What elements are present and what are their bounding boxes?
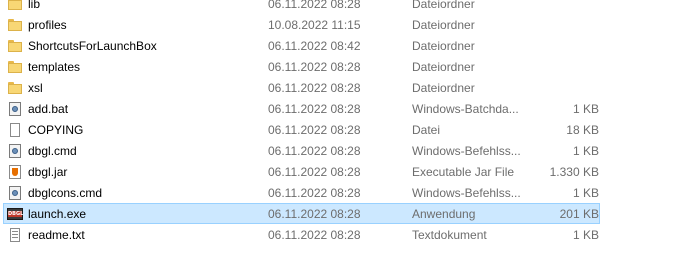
file-date: 06.11.2022 08:42 bbox=[268, 39, 361, 53]
file-name: dbgl.cmd bbox=[28, 144, 77, 158]
file-name: profiles bbox=[28, 18, 67, 32]
file-date: 06.11.2022 08:28 bbox=[268, 81, 361, 95]
file-type: Windows-Befehlss... bbox=[412, 186, 521, 200]
file-date: 06.11.2022 08:28 bbox=[268, 165, 361, 179]
file-type: Dateiordner bbox=[412, 0, 475, 11]
file-type: Dateiordner bbox=[412, 60, 475, 74]
file-type: Dateiordner bbox=[412, 18, 475, 32]
file-row-templates[interactable]: templates 06.11.2022 08:28 Dateiordner bbox=[3, 56, 600, 77]
file-type: Windows-Befehlss... bbox=[412, 144, 521, 158]
file-date: 10.08.2022 11:15 bbox=[268, 18, 361, 32]
file-type: Dateiordner bbox=[412, 39, 475, 53]
file-row-add-bat[interactable]: add.bat 06.11.2022 08:28 Windows-Batchda… bbox=[3, 98, 600, 119]
file-size: 1.330 KB bbox=[549, 165, 599, 179]
file-row-dbgl-cmd[interactable]: dbgl.cmd 06.11.2022 08:28 Windows-Befehl… bbox=[3, 140, 600, 161]
file-name: COPYING bbox=[28, 123, 84, 137]
file-type: Datei bbox=[412, 123, 441, 137]
file-type: Textdokument bbox=[412, 228, 487, 242]
file-date: 06.11.2022 08:28 bbox=[268, 228, 361, 242]
jar-file-icon bbox=[7, 164, 23, 180]
cmd-file-icon bbox=[7, 185, 23, 201]
file-list: lib 06.11.2022 08:28 Dateiordner profile… bbox=[0, 0, 695, 245]
file-name: dbgl.jar bbox=[28, 165, 68, 179]
folder-icon bbox=[7, 17, 23, 33]
file-name: add.bat bbox=[28, 102, 69, 116]
file-date: 06.11.2022 08:28 bbox=[268, 144, 361, 158]
file-name: ShortcutsForLaunchBox bbox=[28, 39, 157, 53]
file-size: 18 KB bbox=[566, 123, 599, 137]
file-row-xsl[interactable]: xsl 06.11.2022 08:28 Dateiordner bbox=[3, 77, 600, 98]
file-type: Dateiordner bbox=[412, 81, 475, 95]
file-row-copying[interactable]: COPYING 06.11.2022 08:28 Datei 18 KB bbox=[3, 119, 600, 140]
file-name: lib bbox=[28, 0, 41, 11]
file-size: 201 KB bbox=[559, 207, 599, 221]
file-date: 06.11.2022 08:28 bbox=[268, 186, 361, 200]
folder-icon bbox=[7, 59, 23, 75]
file-size: 1 KB bbox=[572, 102, 599, 116]
file-date: 06.11.2022 08:28 bbox=[268, 102, 361, 116]
file-date: 06.11.2022 08:28 bbox=[268, 60, 361, 74]
file-name: templates bbox=[28, 60, 81, 74]
file-size: 1 KB bbox=[572, 228, 599, 242]
file-name: xsl bbox=[28, 81, 43, 95]
cmd-file-icon bbox=[7, 143, 23, 159]
file-date: 06.11.2022 08:28 bbox=[268, 0, 361, 11]
file-size: 1 KB bbox=[572, 144, 599, 158]
file-size: 1 KB bbox=[572, 186, 599, 200]
file-name: launch.exe bbox=[28, 207, 87, 221]
file-row-profiles[interactable]: profiles 10.08.2022 11:15 Dateiordner bbox=[3, 14, 600, 35]
file-date: 06.11.2022 08:28 bbox=[268, 123, 361, 137]
file-row-dbglcons-cmd[interactable]: dbglcons.cmd 06.11.2022 08:28 Windows-Be… bbox=[3, 182, 600, 203]
file-row-dbgl-jar[interactable]: dbgl.jar 06.11.2022 08:28 Executable Jar… bbox=[3, 161, 600, 182]
file-type: Windows-Batchda... bbox=[412, 102, 519, 116]
file-icon bbox=[7, 122, 23, 138]
file-name: readme.txt bbox=[28, 228, 85, 242]
file-date: 06.11.2022 08:28 bbox=[268, 207, 361, 221]
file-row-launch-exe[interactable]: launch.exe 06.11.2022 08:28 Anwendung 20… bbox=[3, 203, 600, 224]
folder-icon bbox=[7, 38, 23, 54]
file-type: Anwendung bbox=[412, 207, 476, 221]
batch-file-icon bbox=[7, 101, 23, 117]
dbgl-exe-icon bbox=[7, 206, 23, 222]
file-row-shortcutsforlaunchbox[interactable]: ShortcutsForLaunchBox 06.11.2022 08:42 D… bbox=[3, 35, 600, 56]
folder-icon bbox=[7, 0, 23, 12]
file-row-lib[interactable]: lib 06.11.2022 08:28 Dateiordner bbox=[3, 0, 600, 14]
file-type: Executable Jar File bbox=[412, 165, 515, 179]
file-name: dbglcons.cmd bbox=[28, 186, 103, 200]
text-file-icon bbox=[7, 227, 23, 243]
folder-icon bbox=[7, 80, 23, 96]
file-row-readme-txt[interactable]: readme.txt 06.11.2022 08:28 Textdokument… bbox=[3, 224, 600, 245]
